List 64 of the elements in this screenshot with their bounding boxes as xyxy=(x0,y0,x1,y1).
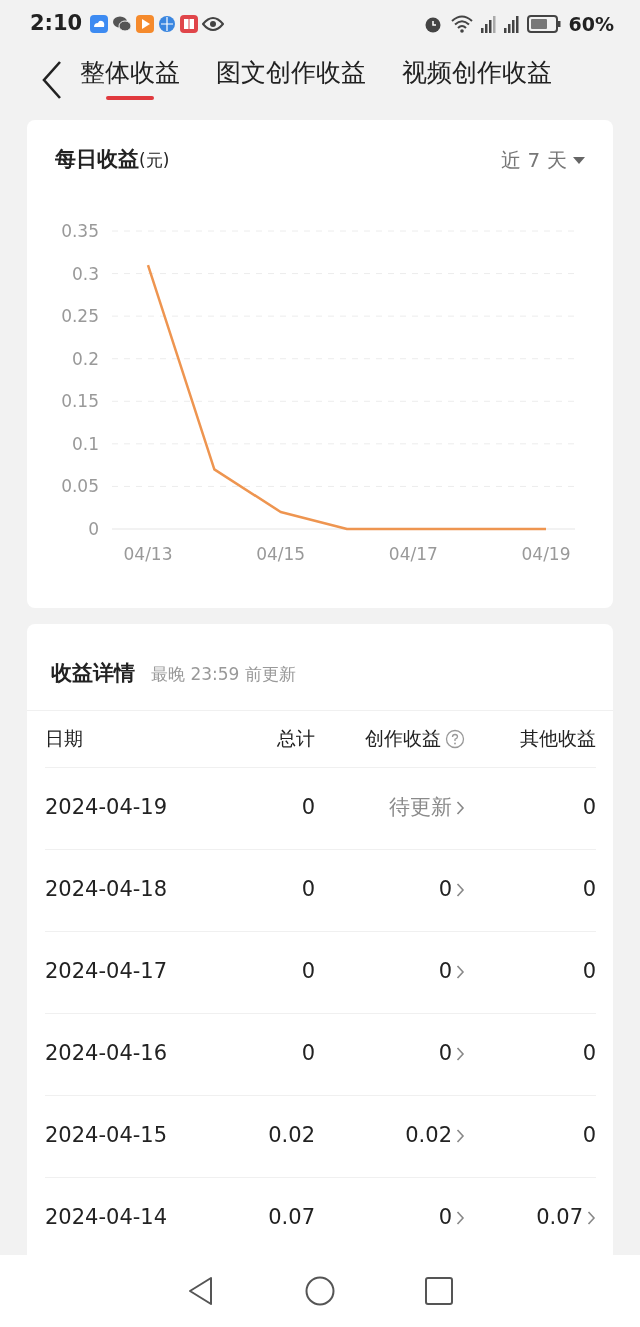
battery-percentage: 60% xyxy=(568,11,614,37)
book-icon xyxy=(180,15,199,33)
table-cell-text: 0 xyxy=(301,1040,315,1068)
axis-label: 0.15 xyxy=(61,390,99,411)
back-icon[interactable] xyxy=(187,1276,215,1306)
column-header: 创作收益 xyxy=(365,726,441,752)
tab[interactable]: 整体收益 xyxy=(80,58,180,100)
axis-label: 0.1 xyxy=(71,433,99,454)
amount-link[interactable]: 0 xyxy=(438,956,465,988)
table-cell-text: 2024-04-18 xyxy=(45,876,168,904)
unit-label: (元) xyxy=(139,150,170,172)
table-cell-text: 2024-04-14 xyxy=(45,1204,168,1232)
help-icon[interactable] xyxy=(445,728,465,749)
amount-link[interactable]: 0.02 xyxy=(405,1120,465,1152)
amount-link[interactable]: 0 xyxy=(438,1202,465,1234)
wifi-icon xyxy=(450,15,473,33)
cloud-icon xyxy=(90,15,109,33)
table-cell-text: 0 xyxy=(582,958,596,986)
axis-label: 0.25 xyxy=(61,305,99,326)
table-cell-text: 0 xyxy=(301,958,315,986)
amount-link[interactable]: 0 xyxy=(438,874,465,906)
column-header: 其他收益 xyxy=(520,726,596,752)
caret-icon xyxy=(573,157,585,166)
table-cell-text: 2024-04-15 xyxy=(45,1122,168,1150)
chart-title: 每日收益 xyxy=(55,146,139,173)
table-cell-text: 0 xyxy=(301,794,315,822)
axis-label: 04/15 xyxy=(256,543,306,564)
table-cell-text: 0 xyxy=(582,1040,596,1068)
axis-label: 0.2 xyxy=(71,348,99,369)
axis-label: 04/19 xyxy=(521,543,571,564)
tab[interactable]: 图文创作收益 xyxy=(216,58,366,100)
play-icon xyxy=(136,15,155,33)
axis-label: 0.05 xyxy=(61,475,99,496)
range-dropdown[interactable]: 近 7 天 xyxy=(501,144,585,175)
signal-icon xyxy=(503,15,519,33)
axis-label: 04/17 xyxy=(388,543,438,564)
eye-icon xyxy=(202,16,225,32)
axis-label: 04/13 xyxy=(123,543,173,564)
amount-link[interactable]: 0 xyxy=(438,1038,465,1070)
update-note: 最晚 23:59 前更新 xyxy=(151,663,296,686)
column-header: 总计 xyxy=(277,726,315,752)
battery-icon xyxy=(526,15,561,33)
table-cell-text: 2024-04-16 xyxy=(45,1040,168,1068)
signal-icon xyxy=(480,15,496,33)
table-cell-text: 0 xyxy=(582,1122,596,1150)
chat-icon xyxy=(112,15,133,33)
table-cell-text: 0 xyxy=(582,876,596,904)
table-cell-text: 0 xyxy=(301,876,315,904)
table-cell-text: 0.02 xyxy=(268,1122,315,1150)
amount-link[interactable]: 0.07 xyxy=(536,1202,596,1234)
table-cell-text: 2024-04-19 xyxy=(45,794,168,822)
axis-label: 0.35 xyxy=(61,220,99,241)
clock-time: 2:10 xyxy=(30,10,83,38)
tab[interactable]: 视频创作收益 xyxy=(402,58,552,100)
section-title: 收益详情 xyxy=(51,660,135,687)
globe-icon xyxy=(158,15,177,33)
axis-label: 0 xyxy=(88,518,99,539)
recents-icon[interactable] xyxy=(425,1277,453,1305)
table-cell-text: 2024-04-17 xyxy=(45,958,168,986)
table-cell-text: 0 xyxy=(582,794,596,822)
home-icon[interactable] xyxy=(305,1276,335,1306)
column-header: 日期 xyxy=(45,726,83,752)
axis-label: 0.3 xyxy=(71,263,99,284)
table-cell-text: 0.07 xyxy=(268,1204,315,1232)
